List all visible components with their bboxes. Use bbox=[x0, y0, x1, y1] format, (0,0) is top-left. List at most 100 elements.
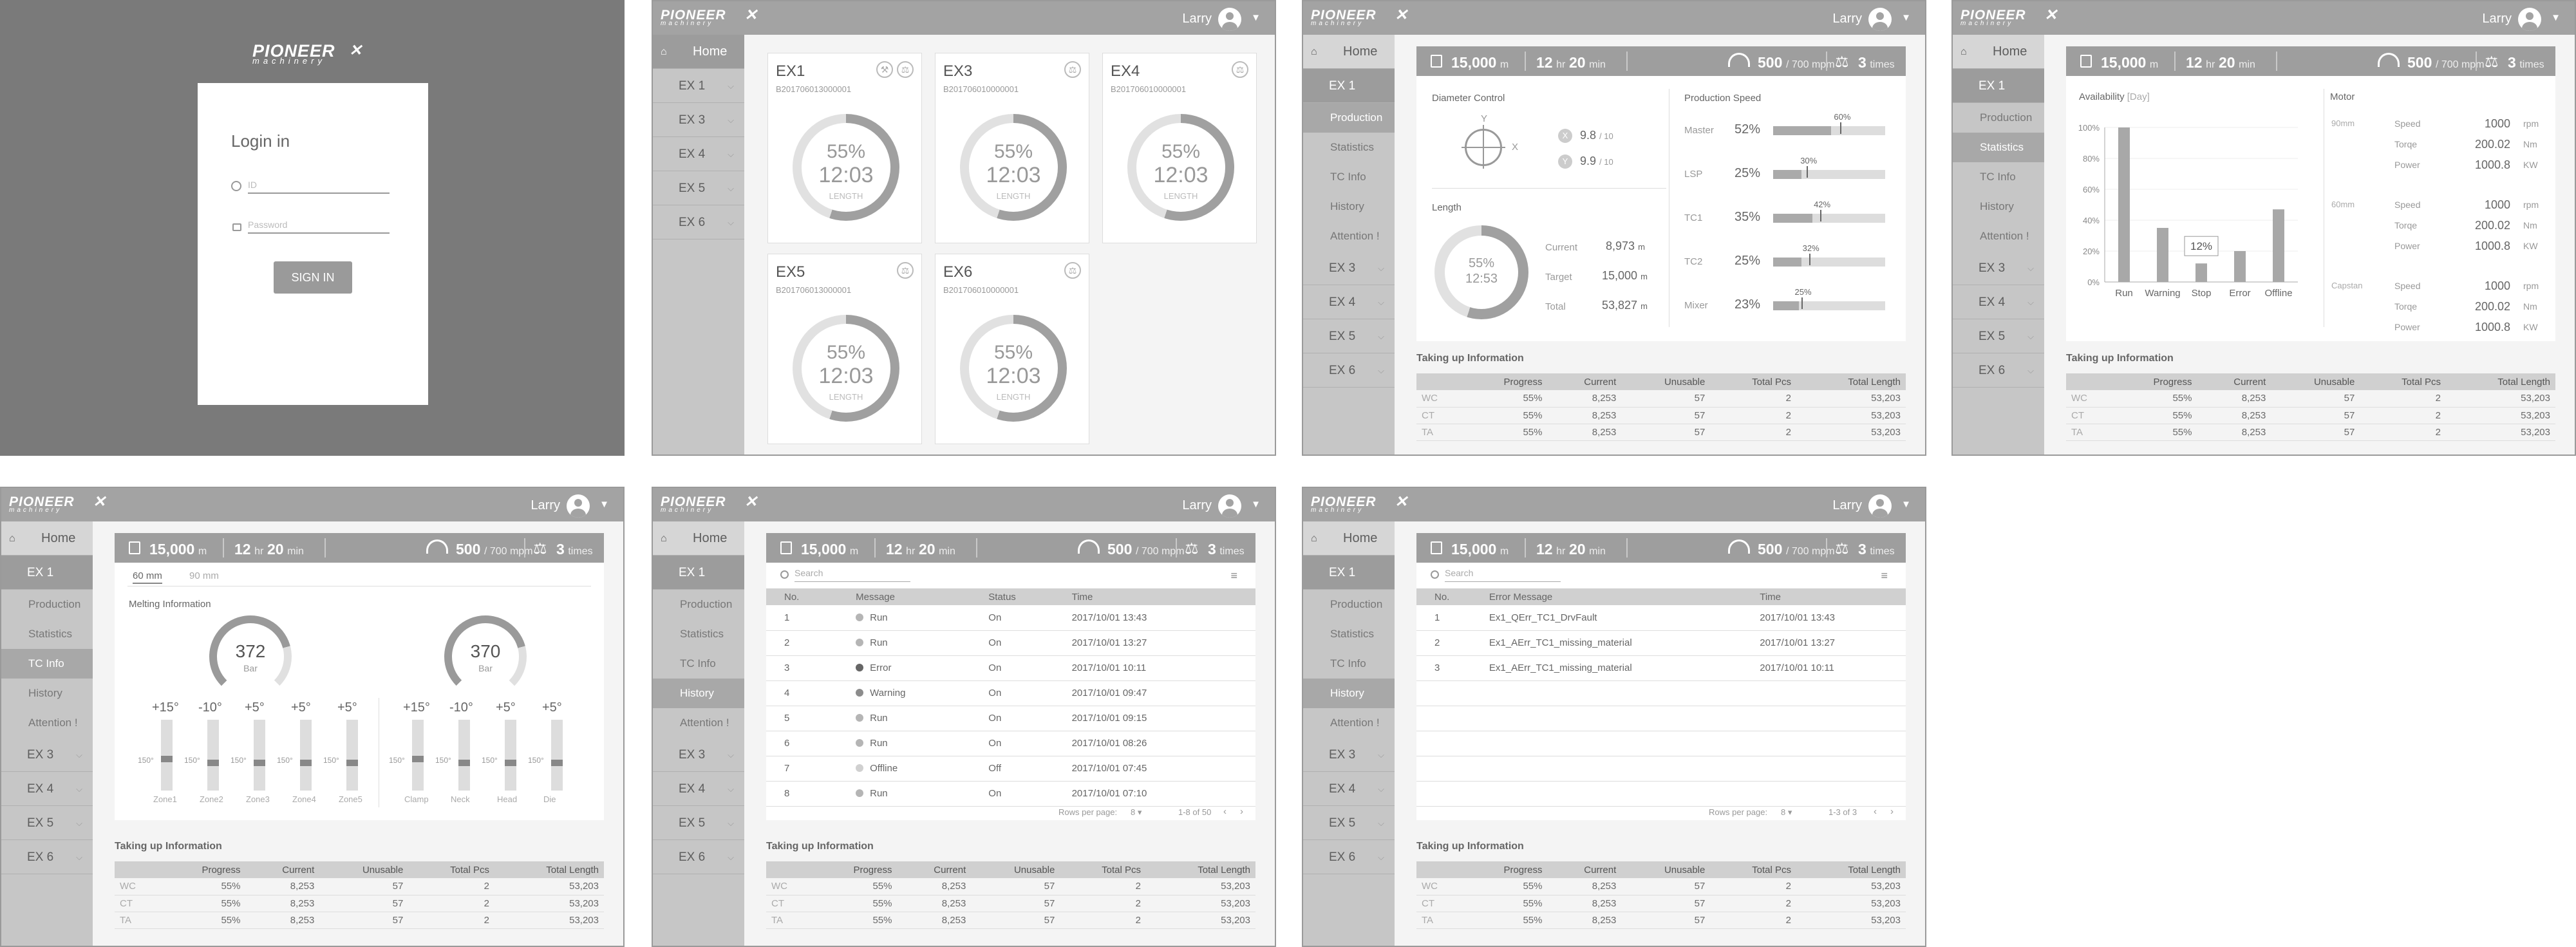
sidebar-item-ex6[interactable]: EX 6 bbox=[1, 840, 93, 874]
id-field[interactable]: ID bbox=[248, 180, 390, 194]
sidebar-item-ex3[interactable]: EX 3 bbox=[1, 738, 93, 772]
sidebar-item-ex1[interactable]: EX 1 bbox=[1303, 556, 1395, 590]
sidebar-item-ex4[interactable]: EX 4 bbox=[1953, 285, 2044, 319]
sidebar-item-home[interactable]: ⌂ Home bbox=[653, 521, 744, 556]
sidebar-sub-history[interactable]: History bbox=[1, 679, 93, 708]
sidebar-sub-statistics[interactable]: Statistics bbox=[1, 619, 93, 649]
sidebar-item-ex3[interactable]: EX 3 bbox=[1303, 738, 1395, 772]
sidebar-item-ex4[interactable]: EX 4 bbox=[1, 772, 93, 806]
user-menu-caret-icon[interactable]: ▼ bbox=[599, 499, 609, 510]
sidebar-sub-production[interactable]: Production bbox=[653, 590, 744, 619]
avatar[interactable] bbox=[1868, 8, 1892, 31]
sidebar-item-ex5[interactable]: EX 5 bbox=[1953, 319, 2044, 353]
sidebar-sub-history[interactable]: History bbox=[1303, 679, 1395, 708]
sidebar-sub-attention[interactable]: Attention ! bbox=[1303, 708, 1395, 738]
table-row[interactable]: 2 Ex1_AErr_TC1_missing_material 2017/10/01… bbox=[1416, 630, 1906, 656]
sidebar-item-ex3[interactable]: EX 3 bbox=[1303, 251, 1395, 285]
sidebar-item-ex4[interactable]: EX 4 bbox=[653, 137, 744, 171]
machine-card[interactable]: EX4 B201706010000001 ⚖ 55% 12:03 LENGTH bbox=[1102, 53, 1257, 243]
filter-icon[interactable]: ≡ bbox=[1881, 569, 1888, 583]
sidebar-sub-tc-info[interactable]: TC Info bbox=[1953, 162, 2044, 192]
sidebar-item-ex5[interactable]: EX 5 bbox=[653, 171, 744, 205]
user-menu-caret-icon[interactable]: ▼ bbox=[1901, 12, 1911, 23]
sidebar-item-home[interactable]: ⌂ Home bbox=[1303, 521, 1395, 556]
password-field[interactable]: Password bbox=[248, 220, 390, 234]
sidebar-item-ex6[interactable]: EX 6 bbox=[653, 840, 744, 874]
next-page-icon[interactable]: › bbox=[1890, 806, 1894, 817]
table-row[interactable]: 1 Run On 2017/10/01 13:43 bbox=[766, 605, 1255, 631]
avatar[interactable] bbox=[2518, 8, 2541, 31]
user-menu-caret-icon[interactable]: ▼ bbox=[1251, 499, 1261, 510]
sidebar-sub-statistics[interactable]: Statistics bbox=[1303, 619, 1395, 649]
prev-page-icon[interactable]: ‹ bbox=[1874, 806, 1877, 817]
sidebar-sub-tc-info[interactable]: TC Info bbox=[1303, 162, 1395, 192]
sidebar-sub-statistics[interactable]: Statistics bbox=[1303, 133, 1395, 162]
table-row[interactable]: 1 Ex1_QErr_TC1_DrvFault 2017/10/01 13:43 bbox=[1416, 605, 1906, 631]
machine-card[interactable]: EX5 B201706013000001 ⚖ 55% 12:03 LENGTH bbox=[767, 254, 922, 444]
user-menu-caret-icon[interactable]: ▼ bbox=[1251, 12, 1261, 23]
table-row[interactable]: 4 Warning On 2017/10/01 09:47 bbox=[766, 680, 1255, 706]
filter-icon[interactable]: ≡ bbox=[1230, 569, 1237, 583]
user-menu-caret-icon[interactable]: ▼ bbox=[2551, 12, 2561, 23]
avatar[interactable] bbox=[1868, 494, 1892, 518]
machine-card[interactable]: EX6 B201706010000001 ⚖ 55% 12:03 LENGTH bbox=[935, 254, 1089, 444]
sidebar-item-ex1[interactable]: EX 1 bbox=[1953, 69, 2044, 103]
sidebar-item-home[interactable]: ⌂ Home bbox=[653, 35, 744, 69]
sidebar-item-home[interactable]: ⌂ Home bbox=[1953, 35, 2044, 69]
sidebar-item-ex4[interactable]: EX 4 bbox=[653, 772, 744, 806]
sidebar-sub-production[interactable]: Production bbox=[1303, 103, 1395, 133]
sidebar-sub-tc-info[interactable]: TC Info bbox=[1, 649, 93, 679]
sidebar-item-ex6[interactable]: EX 6 bbox=[1303, 840, 1395, 874]
next-page-icon[interactable]: › bbox=[1240, 806, 1243, 817]
sidebar-sub-attention[interactable]: Attention ! bbox=[653, 708, 744, 738]
table-row[interactable]: 8 Run On 2017/10/01 07:10 bbox=[766, 781, 1255, 807]
table-row[interactable]: 3 Ex1_AErr_TC1_missing_material 2017/10/01… bbox=[1416, 655, 1906, 681]
sidebar-item-home[interactable]: ⌂ Home bbox=[1, 521, 93, 556]
rows-per-page-select[interactable]: 8 ▾ bbox=[1781, 807, 1792, 818]
sidebar-sub-attention[interactable]: Attention ! bbox=[1, 708, 93, 738]
sidebar-sub-statistics[interactable]: Statistics bbox=[1953, 133, 2044, 162]
table-row[interactable]: 2 Run On 2017/10/01 13:27 bbox=[766, 630, 1255, 656]
sidebar-sub-attention[interactable]: Attention ! bbox=[1303, 221, 1395, 251]
sidebar-item-ex1[interactable]: EX 1 bbox=[1, 556, 93, 590]
sidebar-item-ex4[interactable]: EX 4 bbox=[1303, 285, 1395, 319]
prev-page-icon[interactable]: ‹ bbox=[1223, 806, 1227, 817]
rows-per-page-select[interactable]: 8 ▾ bbox=[1131, 807, 1142, 818]
sign-in-button[interactable]: SIGN IN bbox=[274, 261, 352, 294]
sidebar-item-ex1[interactable]: EX 1 bbox=[653, 556, 744, 590]
sidebar-item-ex5[interactable]: EX 5 bbox=[1303, 806, 1395, 840]
sidebar-sub-production[interactable]: Production bbox=[1303, 590, 1395, 619]
search-input[interactable]: Search bbox=[1445, 568, 1561, 582]
avatar[interactable] bbox=[567, 494, 590, 518]
tab-90mm[interactable]: 90 mm bbox=[189, 570, 219, 581]
search-input[interactable]: Search bbox=[794, 568, 910, 582]
avatar[interactable] bbox=[1218, 494, 1241, 518]
machine-card[interactable]: EX1 B201706013000001 ⚖ ⚒ 55% 12:03 LENGTH bbox=[767, 53, 922, 243]
sidebar-sub-statistics[interactable]: Statistics bbox=[653, 619, 744, 649]
sidebar-item-ex3[interactable]: EX 3 bbox=[653, 738, 744, 772]
sidebar-sub-production[interactable]: Production bbox=[1, 590, 93, 619]
sidebar-item-ex1[interactable]: EX 1 bbox=[653, 69, 744, 103]
sidebar-sub-history[interactable]: History bbox=[1953, 192, 2044, 221]
sidebar-sub-tc-info[interactable]: TC Info bbox=[1303, 649, 1395, 679]
sidebar-item-ex1[interactable]: EX 1 bbox=[1303, 69, 1395, 103]
sidebar-sub-production[interactable]: Production bbox=[1953, 103, 2044, 133]
sidebar-item-ex4[interactable]: EX 4 bbox=[1303, 772, 1395, 806]
user-menu-caret-icon[interactable]: ▼ bbox=[1901, 499, 1911, 510]
sidebar-item-ex6[interactable]: EX 6 bbox=[1303, 353, 1395, 388]
sidebar-item-ex3[interactable]: EX 3 bbox=[1953, 251, 2044, 285]
sidebar-sub-tc-info[interactable]: TC Info bbox=[653, 649, 744, 679]
sidebar-item-ex5[interactable]: EX 5 bbox=[1303, 319, 1395, 353]
table-row[interactable]: 5 Run On 2017/10/01 09:15 bbox=[766, 706, 1255, 731]
sidebar-sub-attention[interactable]: Attention ! bbox=[1953, 221, 2044, 251]
sidebar-item-ex6[interactable]: EX 6 bbox=[1953, 353, 2044, 388]
table-row[interactable]: 6 Run On 2017/10/01 08:26 bbox=[766, 731, 1255, 756]
avatar[interactable] bbox=[1218, 8, 1241, 31]
sidebar-item-ex5[interactable]: EX 5 bbox=[653, 806, 744, 840]
sidebar-sub-history[interactable]: History bbox=[1303, 192, 1395, 221]
sidebar-item-ex5[interactable]: EX 5 bbox=[1, 806, 93, 840]
machine-card[interactable]: EX3 B201706010000001 ⚖ 55% 12:03 LENGTH bbox=[935, 53, 1089, 243]
tab-60mm[interactable]: 60 mm bbox=[133, 570, 162, 584]
table-row[interactable]: 3 Error On 2017/10/01 10:11 bbox=[766, 655, 1255, 681]
sidebar-item-ex6[interactable]: EX 6 bbox=[653, 205, 744, 239]
